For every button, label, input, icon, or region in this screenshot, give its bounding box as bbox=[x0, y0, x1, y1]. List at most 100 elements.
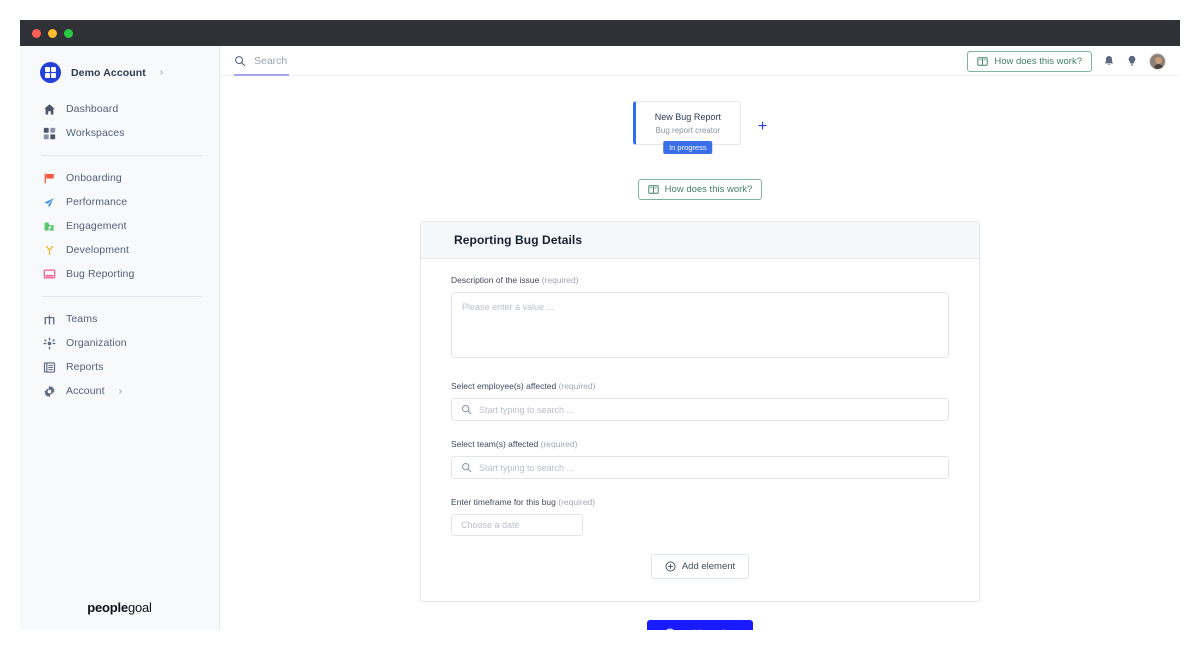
description-textarea[interactable] bbox=[451, 292, 949, 358]
field-required-marker: (required) bbox=[541, 275, 579, 285]
window-maximize-button[interactable] bbox=[64, 28, 73, 38]
teams-icon bbox=[42, 312, 56, 326]
app-card-new-bug-report[interactable]: New Bug Report Bug report creator In pro… bbox=[632, 101, 741, 154]
sidebar-item-account[interactable]: Account › bbox=[20, 379, 219, 403]
account-name: Demo Account bbox=[71, 66, 146, 79]
add-app-button[interactable]: + bbox=[758, 119, 767, 135]
branch-icon bbox=[42, 243, 56, 257]
sidebar-item-performance[interactable]: Performance bbox=[20, 190, 219, 214]
sidebar-item-label: Development bbox=[66, 244, 129, 256]
add-section-button[interactable]: Add section bbox=[647, 620, 753, 631]
logo-light-text: goal bbox=[127, 599, 152, 615]
sidebar-group-apps: Onboarding Performance Engagement Develo… bbox=[20, 166, 219, 286]
sidebar-item-label: Onboarding bbox=[66, 172, 122, 184]
field-label-text: Select team(s) affected bbox=[451, 439, 539, 449]
sidebar-item-label: Reports bbox=[66, 361, 104, 373]
user-avatar[interactable] bbox=[1149, 52, 1166, 70]
sidebar-item-label: Organization bbox=[66, 337, 127, 349]
how-button-label: How does this work? bbox=[664, 184, 753, 195]
sidebar-item-label: Bug Reporting bbox=[66, 268, 135, 280]
plus-circle-icon bbox=[664, 628, 676, 630]
paper-plane-icon bbox=[42, 195, 56, 209]
logo-bold-text: people bbox=[87, 599, 128, 615]
sidebar-divider bbox=[42, 155, 203, 156]
panel-title: Reporting Bug Details bbox=[454, 233, 583, 247]
panel-header: Reporting Bug Details bbox=[421, 222, 979, 259]
search-area[interactable] bbox=[234, 55, 434, 67]
sidebar-item-onboarding[interactable]: Onboarding bbox=[20, 166, 219, 190]
sidebar-footer-logo: peoplegoal bbox=[20, 584, 219, 630]
window-close-button[interactable] bbox=[32, 28, 41, 38]
sidebar-item-organization[interactable]: Organization bbox=[20, 331, 219, 355]
sidebar-item-label: Performance bbox=[66, 196, 128, 208]
sidebar-item-label: Engagement bbox=[66, 220, 127, 232]
workspaces-grid-icon bbox=[42, 126, 56, 140]
sidebar-item-teams[interactable]: Teams bbox=[20, 307, 219, 331]
search-icon bbox=[461, 404, 472, 415]
add-element-row: Add element bbox=[451, 554, 949, 579]
sidebar-item-reports[interactable]: Reports bbox=[20, 355, 219, 379]
add-element-button[interactable]: Add element bbox=[650, 554, 750, 579]
date-input[interactable] bbox=[451, 514, 583, 536]
sidebar-item-label: Account bbox=[66, 385, 105, 397]
window-minimize-button[interactable] bbox=[48, 28, 57, 38]
team-search-input[interactable] bbox=[479, 462, 939, 473]
home-icon bbox=[42, 102, 56, 116]
app-body: Demo Account › Dashboard Workspaces Onbo… bbox=[20, 46, 1180, 630]
section-panel: Reporting Bug Details Description of the… bbox=[420, 221, 980, 602]
sidebar-item-development[interactable]: Development bbox=[20, 238, 219, 262]
sidebar-item-engagement[interactable]: Engagement bbox=[20, 214, 219, 238]
grid-logo-icon bbox=[40, 62, 61, 83]
field-required-marker: (required) bbox=[540, 439, 578, 449]
field-description: Description of the issue (required) bbox=[451, 275, 949, 363]
sidebar: Demo Account › Dashboard Workspaces Onbo… bbox=[20, 46, 220, 630]
sidebar-item-label: Workspaces bbox=[66, 127, 125, 139]
sidebar-item-bug-reporting[interactable]: Bug Reporting bbox=[20, 262, 219, 286]
field-timeframe: Enter timeframe for this bug (required) bbox=[451, 497, 949, 536]
sidebar-item-workspaces[interactable]: Workspaces bbox=[20, 121, 219, 145]
sidebar-item-label: Teams bbox=[66, 313, 98, 325]
monitor-icon bbox=[42, 267, 56, 281]
puzzle-icon bbox=[42, 219, 56, 233]
field-label: Select employee(s) affected (required) bbox=[451, 381, 949, 391]
chevron-right-icon: › bbox=[118, 385, 122, 397]
sidebar-item-dashboard[interactable]: Dashboard bbox=[20, 97, 219, 121]
employee-search-input[interactable] bbox=[479, 404, 939, 415]
how-does-this-work-button[interactable]: How does this work? bbox=[967, 50, 1092, 72]
field-required-marker: (required) bbox=[558, 497, 596, 507]
topbar: How does this work? bbox=[220, 46, 1180, 76]
plus-circle-icon bbox=[665, 561, 676, 572]
field-label: Description of the issue (required) bbox=[451, 275, 949, 285]
sidebar-item-label: Dashboard bbox=[66, 103, 119, 115]
topbar-actions: How does this work? bbox=[967, 50, 1166, 72]
add-element-label: Add element bbox=[681, 561, 736, 572]
field-teams: Select team(s) affected (required) bbox=[451, 439, 949, 479]
chevron-right-icon: › bbox=[159, 67, 164, 78]
add-section-label: Add section bbox=[683, 629, 735, 631]
field-required-marker: (required) bbox=[558, 381, 596, 391]
team-search-box[interactable] bbox=[451, 456, 949, 479]
employee-search-box[interactable] bbox=[451, 398, 949, 421]
field-label-text: Enter timeframe for this bug bbox=[451, 497, 556, 507]
search-input[interactable] bbox=[254, 55, 434, 67]
account-switcher[interactable]: Demo Account › bbox=[20, 46, 219, 97]
how-does-this-work-inline-button[interactable]: How does this work? bbox=[637, 179, 763, 200]
panel-body: Description of the issue (required) Sele… bbox=[421, 259, 979, 601]
field-label-text: Select employee(s) affected bbox=[451, 381, 557, 391]
bell-icon[interactable] bbox=[1103, 55, 1115, 67]
sidebar-group-main: Dashboard Workspaces bbox=[20, 97, 219, 145]
window-titlebar bbox=[20, 20, 1180, 46]
gear-icon bbox=[42, 384, 56, 398]
how-button-label: How does this work? bbox=[994, 55, 1082, 67]
search-icon bbox=[461, 462, 472, 473]
sidebar-divider bbox=[42, 296, 203, 297]
inline-how-row: How does this work? bbox=[220, 179, 1180, 200]
organization-icon bbox=[42, 336, 56, 350]
flag-icon bbox=[42, 171, 56, 185]
reports-icon bbox=[42, 360, 56, 374]
field-label-text: Description of the issue bbox=[451, 275, 540, 285]
lightbulb-icon[interactable] bbox=[1126, 55, 1138, 67]
app-card-title: New Bug Report bbox=[654, 112, 721, 122]
main-content: How does this work? bbox=[220, 46, 1180, 630]
field-label: Select team(s) affected (required) bbox=[451, 439, 949, 449]
